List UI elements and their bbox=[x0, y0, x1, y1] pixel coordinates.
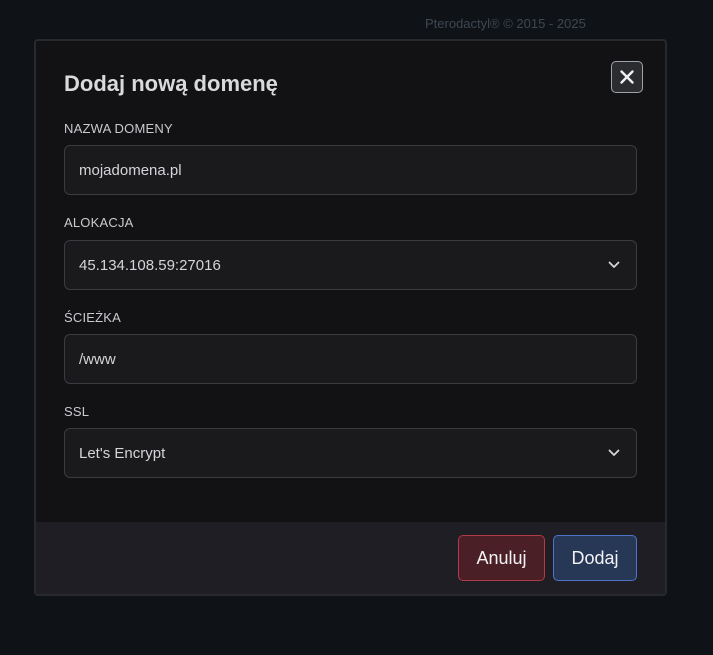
close-button[interactable] bbox=[611, 61, 643, 93]
path-input[interactable]: /www bbox=[64, 334, 637, 384]
allocation-label: ALOKACJA bbox=[64, 215, 134, 230]
modal-footer: Anuluj Dodaj bbox=[36, 522, 665, 594]
path-value: /www bbox=[79, 350, 116, 368]
cancel-button[interactable]: Anuluj bbox=[458, 535, 545, 581]
add-domain-modal: Dodaj nową domenę NAZWA DOMENY mojadomen… bbox=[34, 39, 667, 596]
domain-name-value: mojadomena.pl bbox=[79, 161, 182, 179]
domain-name-input[interactable]: mojadomena.pl bbox=[64, 145, 637, 195]
modal-title: Dodaj nową domenę bbox=[64, 71, 278, 96]
chevron-down-icon bbox=[608, 449, 620, 457]
chevron-down-icon bbox=[608, 261, 620, 269]
allocation-value: 45.134.108.59:27016 bbox=[79, 256, 221, 274]
ssl-select[interactable]: Let's Encrypt bbox=[64, 428, 637, 478]
footer-copyright: Pterodactyl® © 2015 - 2025 bbox=[425, 16, 586, 31]
close-icon bbox=[620, 70, 634, 84]
add-button[interactable]: Dodaj bbox=[553, 535, 637, 581]
allocation-select[interactable]: 45.134.108.59:27016 bbox=[64, 240, 637, 290]
ssl-label: SSL bbox=[64, 404, 90, 419]
path-label: ŚCIEŻKA bbox=[64, 310, 122, 325]
ssl-value: Let's Encrypt bbox=[79, 444, 166, 462]
domain-name-label: NAZWA DOMENY bbox=[64, 121, 173, 136]
